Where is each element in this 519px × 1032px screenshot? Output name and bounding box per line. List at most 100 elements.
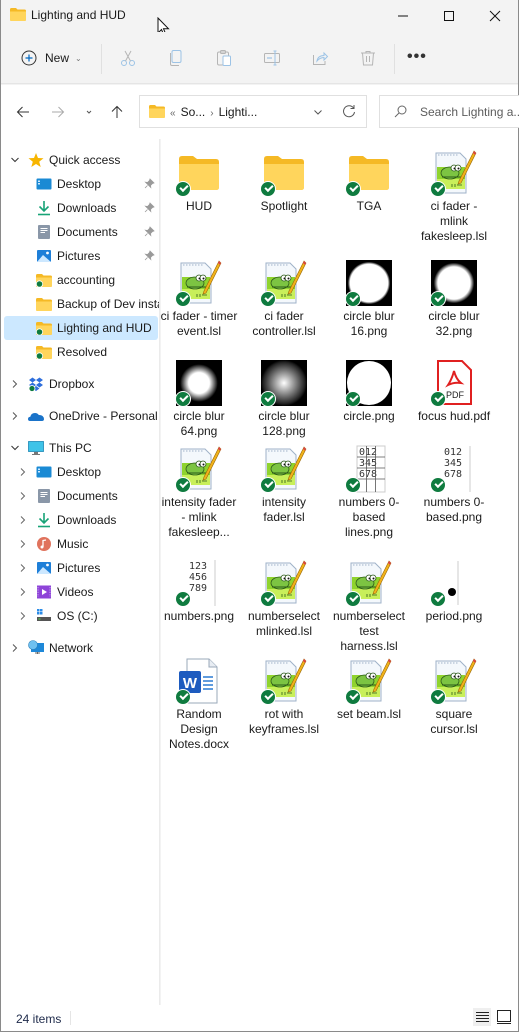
sidebar-item-backup-of-dev-insta[interactable]: Backup of Dev insta <box>4 292 159 316</box>
chevron-right-icon[interactable] <box>18 587 28 597</box>
sync-status-check-icon <box>430 591 446 607</box>
pin-icon[interactable] <box>144 202 155 213</box>
sidebar-item-accounting[interactable]: accounting <box>4 268 158 292</box>
sidebar-label: Pictures <box>57 249 101 263</box>
refresh-icon[interactable] <box>342 104 356 118</box>
sidebar-item-network[interactable]: Network <box>4 636 158 660</box>
breadcrumb-item[interactable]: So... <box>181 105 206 119</box>
file-item[interactable]: 123 456 789 numbers.png <box>156 559 242 624</box>
sidebar-item-this-pc[interactable]: This PC <box>4 436 158 460</box>
sidebar-item-lighting-and-hud[interactable]: Lighting and HUD <box>4 316 158 340</box>
svg-text:PDF: PDF <box>446 390 465 400</box>
address-bar[interactable]: « So... › Lighti... <box>139 95 367 128</box>
copy-button[interactable] <box>164 46 188 70</box>
minimize-button[interactable] <box>380 0 426 32</box>
maximize-button[interactable] <box>426 0 472 32</box>
chevron-down-icon[interactable] <box>10 443 20 453</box>
file-item[interactable]: W Random Design Notes.docx <box>156 657 242 752</box>
chevron-down-icon: ⌄ <box>75 53 82 63</box>
sidebar-item-quick-access[interactable]: Quick access <box>4 148 158 172</box>
sidebar-item-pc-pictures[interactable]: Pictures <box>4 556 158 580</box>
file-item[interactable]: circle blur 32.png <box>411 259 497 339</box>
chevron-right-icon[interactable] <box>10 643 20 653</box>
sidebar-item-pc-music[interactable]: Music <box>4 532 158 556</box>
sidebar-item-pictures[interactable]: Pictures <box>4 244 158 268</box>
file-item[interactable]: ci fader - timer event.lsl <box>156 259 242 339</box>
back-button[interactable] <box>11 101 35 123</box>
chevron-right-icon[interactable] <box>18 491 28 501</box>
sidebar-item-pc-videos[interactable]: Videos <box>4 580 158 604</box>
file-item[interactable]: circle.png <box>326 359 412 424</box>
file-item[interactable]: set beam.lsl <box>326 657 412 722</box>
cut-button[interactable] <box>116 46 140 70</box>
chevron-right-icon[interactable] <box>10 411 20 421</box>
file-item[interactable]: 012 345 678 numbers 0-based.png <box>411 445 497 525</box>
star-icon <box>28 153 44 167</box>
file-item[interactable]: PDF focus hud.pdf <box>411 359 497 424</box>
chevron-down-icon[interactable] <box>312 106 324 118</box>
file-item[interactable]: Spotlight <box>241 149 327 214</box>
sidebar-item-pc-documents[interactable]: Documents <box>4 484 158 508</box>
overflow-chevron-icon[interactable]: « <box>170 108 176 119</box>
close-button[interactable] <box>472 0 518 32</box>
file-item[interactable]: circle blur 128.png <box>241 359 327 439</box>
large-icons-view-button[interactable] <box>495 1008 513 1026</box>
pin-icon[interactable] <box>144 226 155 237</box>
sidebar-item-pc-os-c[interactable]: OS (C:) <box>4 604 158 628</box>
file-item[interactable]: circle blur 64.png <box>156 359 242 439</box>
paste-button[interactable] <box>212 46 236 70</box>
new-button[interactable]: New ⌄ <box>15 44 88 72</box>
file-item[interactable]: ci fader - mlink fakesleep.lsl <box>411 149 497 244</box>
share-button[interactable] <box>308 46 332 70</box>
file-item[interactable]: circle blur 16.png <box>326 259 412 339</box>
more-options-button[interactable]: ••• <box>407 48 427 66</box>
details-view-button[interactable] <box>473 1008 491 1026</box>
recent-locations-button[interactable] <box>77 101 101 123</box>
image-thumbnail: 012 345 678 <box>430 445 478 493</box>
sidebar-item-desktop[interactable]: Desktop <box>4 172 158 196</box>
chevron-right-icon[interactable] <box>18 467 28 477</box>
file-item[interactable]: numberselect test harness.lsl <box>326 559 412 654</box>
command-bar: New ⌄ ••• <box>1 32 518 84</box>
sync-status-check-icon <box>260 391 276 407</box>
file-item[interactable]: period.png <box>411 559 497 624</box>
sync-status-check-icon <box>260 591 276 607</box>
tiles-view-icon <box>497 1010 511 1024</box>
pin-icon[interactable] <box>144 250 155 261</box>
sidebar-item-dropbox[interactable]: Dropbox <box>4 372 158 396</box>
sidebar-item-documents[interactable]: Documents <box>4 220 158 244</box>
breadcrumb-separator-icon: › <box>210 108 214 119</box>
file-item[interactable]: ci fader controller.lsl <box>241 259 327 339</box>
sidebar-item-pc-desktop[interactable]: Desktop <box>4 460 158 484</box>
sidebar-item-downloads[interactable]: Downloads <box>4 196 158 220</box>
sync-status-check-icon <box>345 391 361 407</box>
file-item[interactable]: TGA <box>326 149 412 214</box>
forward-button[interactable] <box>46 101 70 123</box>
file-item[interactable]: HUD <box>156 149 242 214</box>
chevron-right-icon[interactable] <box>18 563 28 573</box>
sidebar-item-onedrive[interactable]: OneDrive - Personal <box>4 404 158 428</box>
file-item[interactable]: intensity fader.lsl <box>241 445 327 525</box>
sidebar-item-pc-downloads[interactable]: Downloads <box>4 508 158 532</box>
up-button[interactable] <box>105 101 129 123</box>
share-icon <box>313 51 329 65</box>
pin-icon[interactable] <box>144 178 155 189</box>
delete-button[interactable] <box>356 46 380 70</box>
file-item[interactable]: square cursor.lsl <box>411 657 497 737</box>
file-item[interactable]: rot with keyframes.lsl <box>241 657 327 737</box>
chevron-right-icon[interactable] <box>18 611 28 621</box>
chevron-down-icon[interactable] <box>10 155 20 165</box>
sync-status-check-icon <box>345 181 361 197</box>
search-input[interactable]: Search Lighting a... <box>420 105 519 119</box>
search-box[interactable]: Search Lighting a... <box>379 95 519 128</box>
file-item[interactable]: intensity fader - mlink fakesleep... <box>156 445 242 540</box>
sidebar-item-resolved[interactable]: Resolved <box>4 340 158 364</box>
breadcrumb-item[interactable]: Lighti... <box>219 105 258 119</box>
file-item[interactable]: 012 345 678 numbers 0-based lines.png <box>326 445 412 540</box>
rename-button[interactable] <box>260 46 284 70</box>
file-item[interactable]: numberselect mlinked.lsl <box>241 559 327 639</box>
folder-icon <box>149 105 165 118</box>
chevron-right-icon[interactable] <box>10 379 20 389</box>
chevron-right-icon[interactable] <box>18 515 28 525</box>
chevron-right-icon[interactable] <box>18 539 28 549</box>
